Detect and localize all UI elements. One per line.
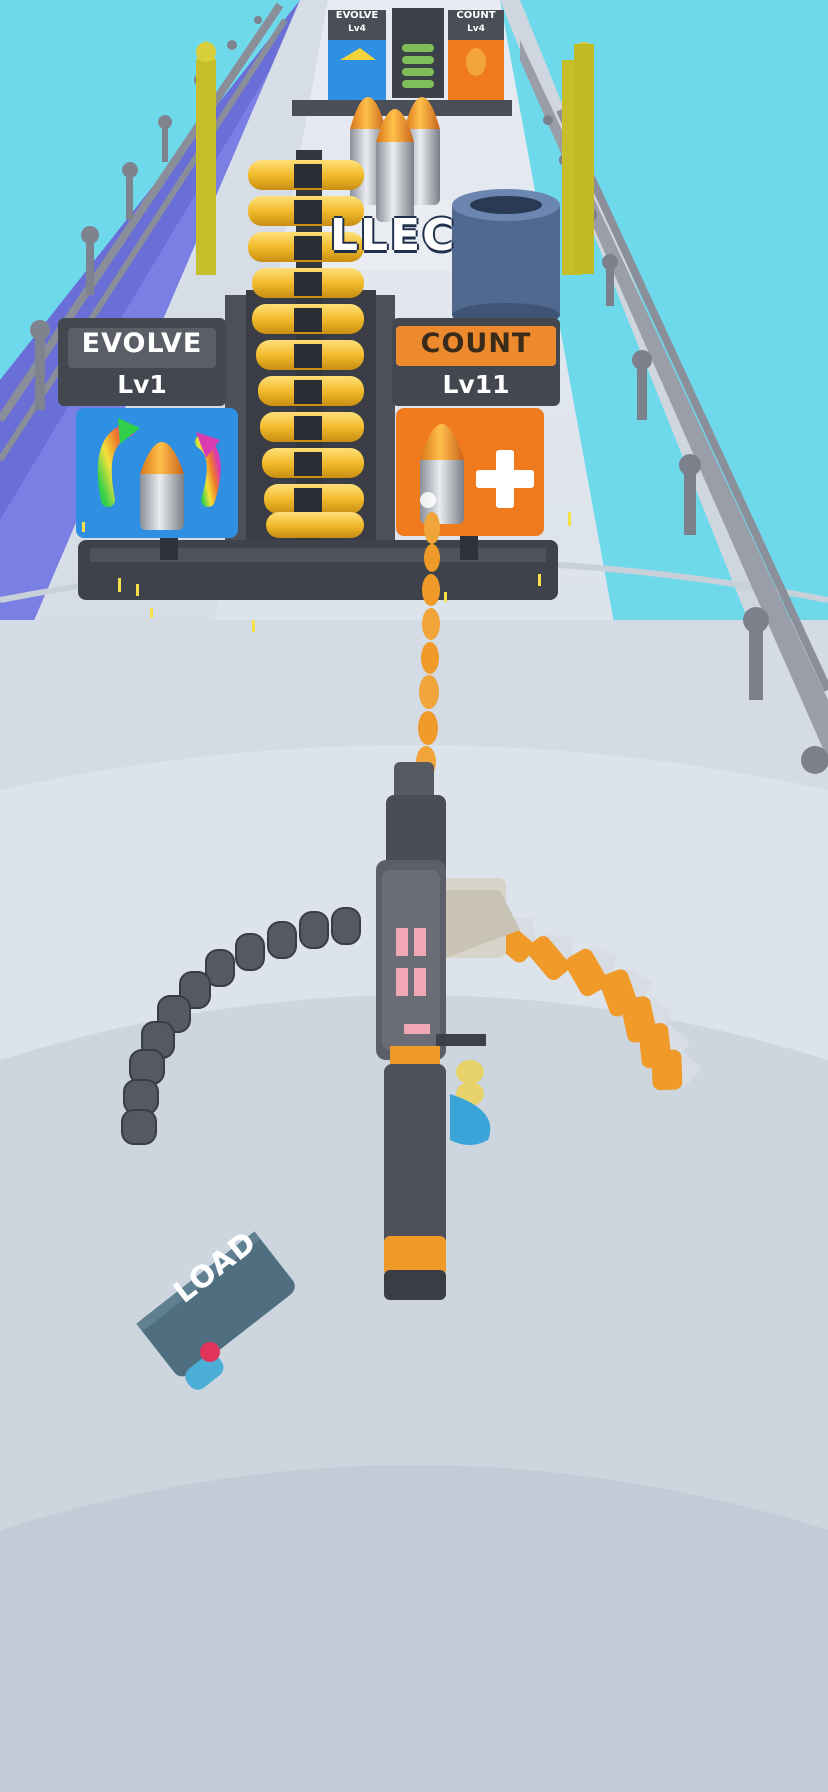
evolve-gate-title: EVOLVE [81, 328, 203, 359]
far-evolve-gate-level: Lv4 [348, 24, 366, 34]
collect-banner-text: LLEC [330, 210, 457, 261]
count-gate-title: COUNT [420, 328, 532, 359]
cylinder-obstacle [452, 189, 560, 327]
far-count-gate-title: COUNT [456, 10, 496, 21]
count-gate-level: Lv11 [442, 370, 510, 399]
far-evolve-gate-title: EVOLVE [335, 10, 379, 21]
evolve-gate-level: Lv1 [117, 370, 167, 399]
bullet-pickup [350, 97, 440, 222]
far-count-gate-level: Lv4 [467, 24, 485, 34]
game-scene [0, 0, 828, 1792]
